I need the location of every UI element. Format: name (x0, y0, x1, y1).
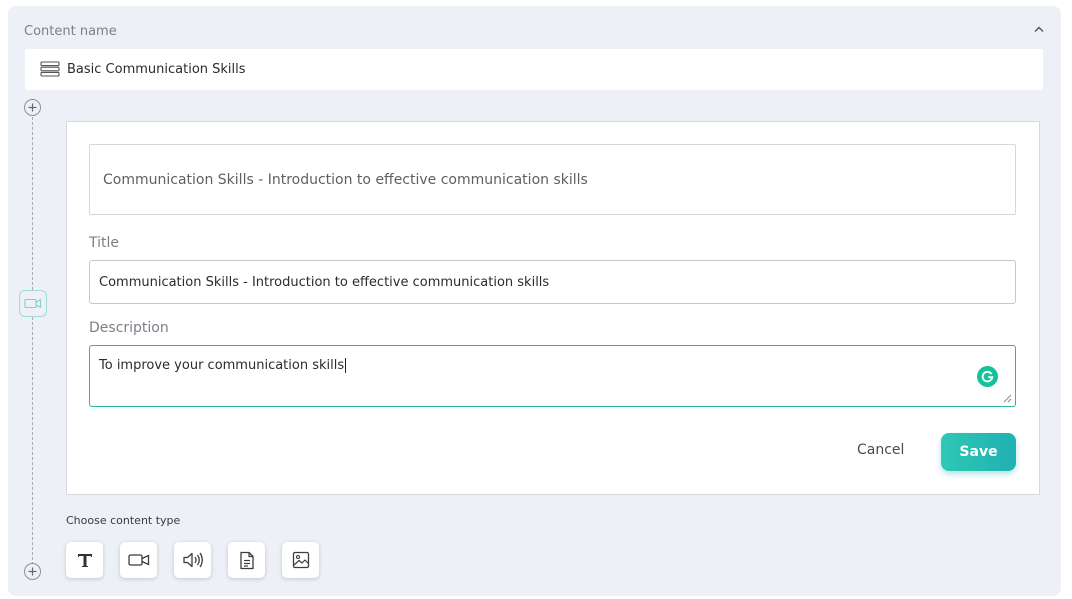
chevron-up-icon (1034, 26, 1044, 32)
content-name-value: Basic Communication Skills (67, 62, 246, 77)
layers-icon (40, 60, 60, 79)
choose-content-type-label: Choose content type (66, 514, 181, 527)
content-type-text-button[interactable] (66, 542, 103, 578)
content-type-image-button[interactable] (282, 542, 319, 578)
content-name-label: Content name (24, 24, 117, 39)
image-icon (292, 551, 309, 569)
grammarly-icon[interactable] (977, 366, 998, 387)
collapse-button[interactable] (1030, 20, 1048, 38)
video-icon (127, 554, 149, 566)
content-type-audio-button[interactable] (174, 542, 211, 578)
video-step-marker (19, 290, 47, 317)
content-type-video-button[interactable] (120, 542, 157, 578)
content-heading-box: Communication Skills - Introduction to e… (89, 144, 1016, 215)
add-content-above-button[interactable] (24, 99, 41, 116)
content-heading: Communication Skills - Introduction to e… (103, 171, 588, 188)
document-icon (239, 551, 254, 569)
video-icon (24, 298, 42, 309)
save-button[interactable]: Save (941, 433, 1016, 471)
resize-handle-icon[interactable] (1003, 394, 1012, 403)
add-content-below-button[interactable] (24, 563, 41, 580)
content-type-document-button[interactable] (228, 542, 265, 578)
description-input[interactable]: To improve your communication skills (89, 345, 1016, 407)
description-input-text-wrap: To improve your communication skills (99, 358, 347, 373)
description-input-value: To improve your communication skills (99, 358, 345, 373)
title-input-value: Communication Skills - Introduction to e… (99, 274, 550, 290)
text-icon (77, 554, 92, 567)
text-caret (345, 358, 347, 373)
timeline-line (32, 117, 33, 565)
plus-icon (28, 567, 37, 576)
content-name-bar[interactable]: Basic Communication Skills (25, 49, 1043, 90)
audio-icon (182, 552, 203, 568)
content-editor-card: Communication Skills - Introduction to e… (66, 121, 1040, 495)
title-label: Title (89, 235, 120, 251)
cancel-button[interactable]: Cancel (857, 442, 904, 458)
title-input[interactable]: Communication Skills - Introduction to e… (89, 260, 1016, 304)
plus-icon (28, 103, 37, 112)
description-label: Description (89, 320, 169, 336)
